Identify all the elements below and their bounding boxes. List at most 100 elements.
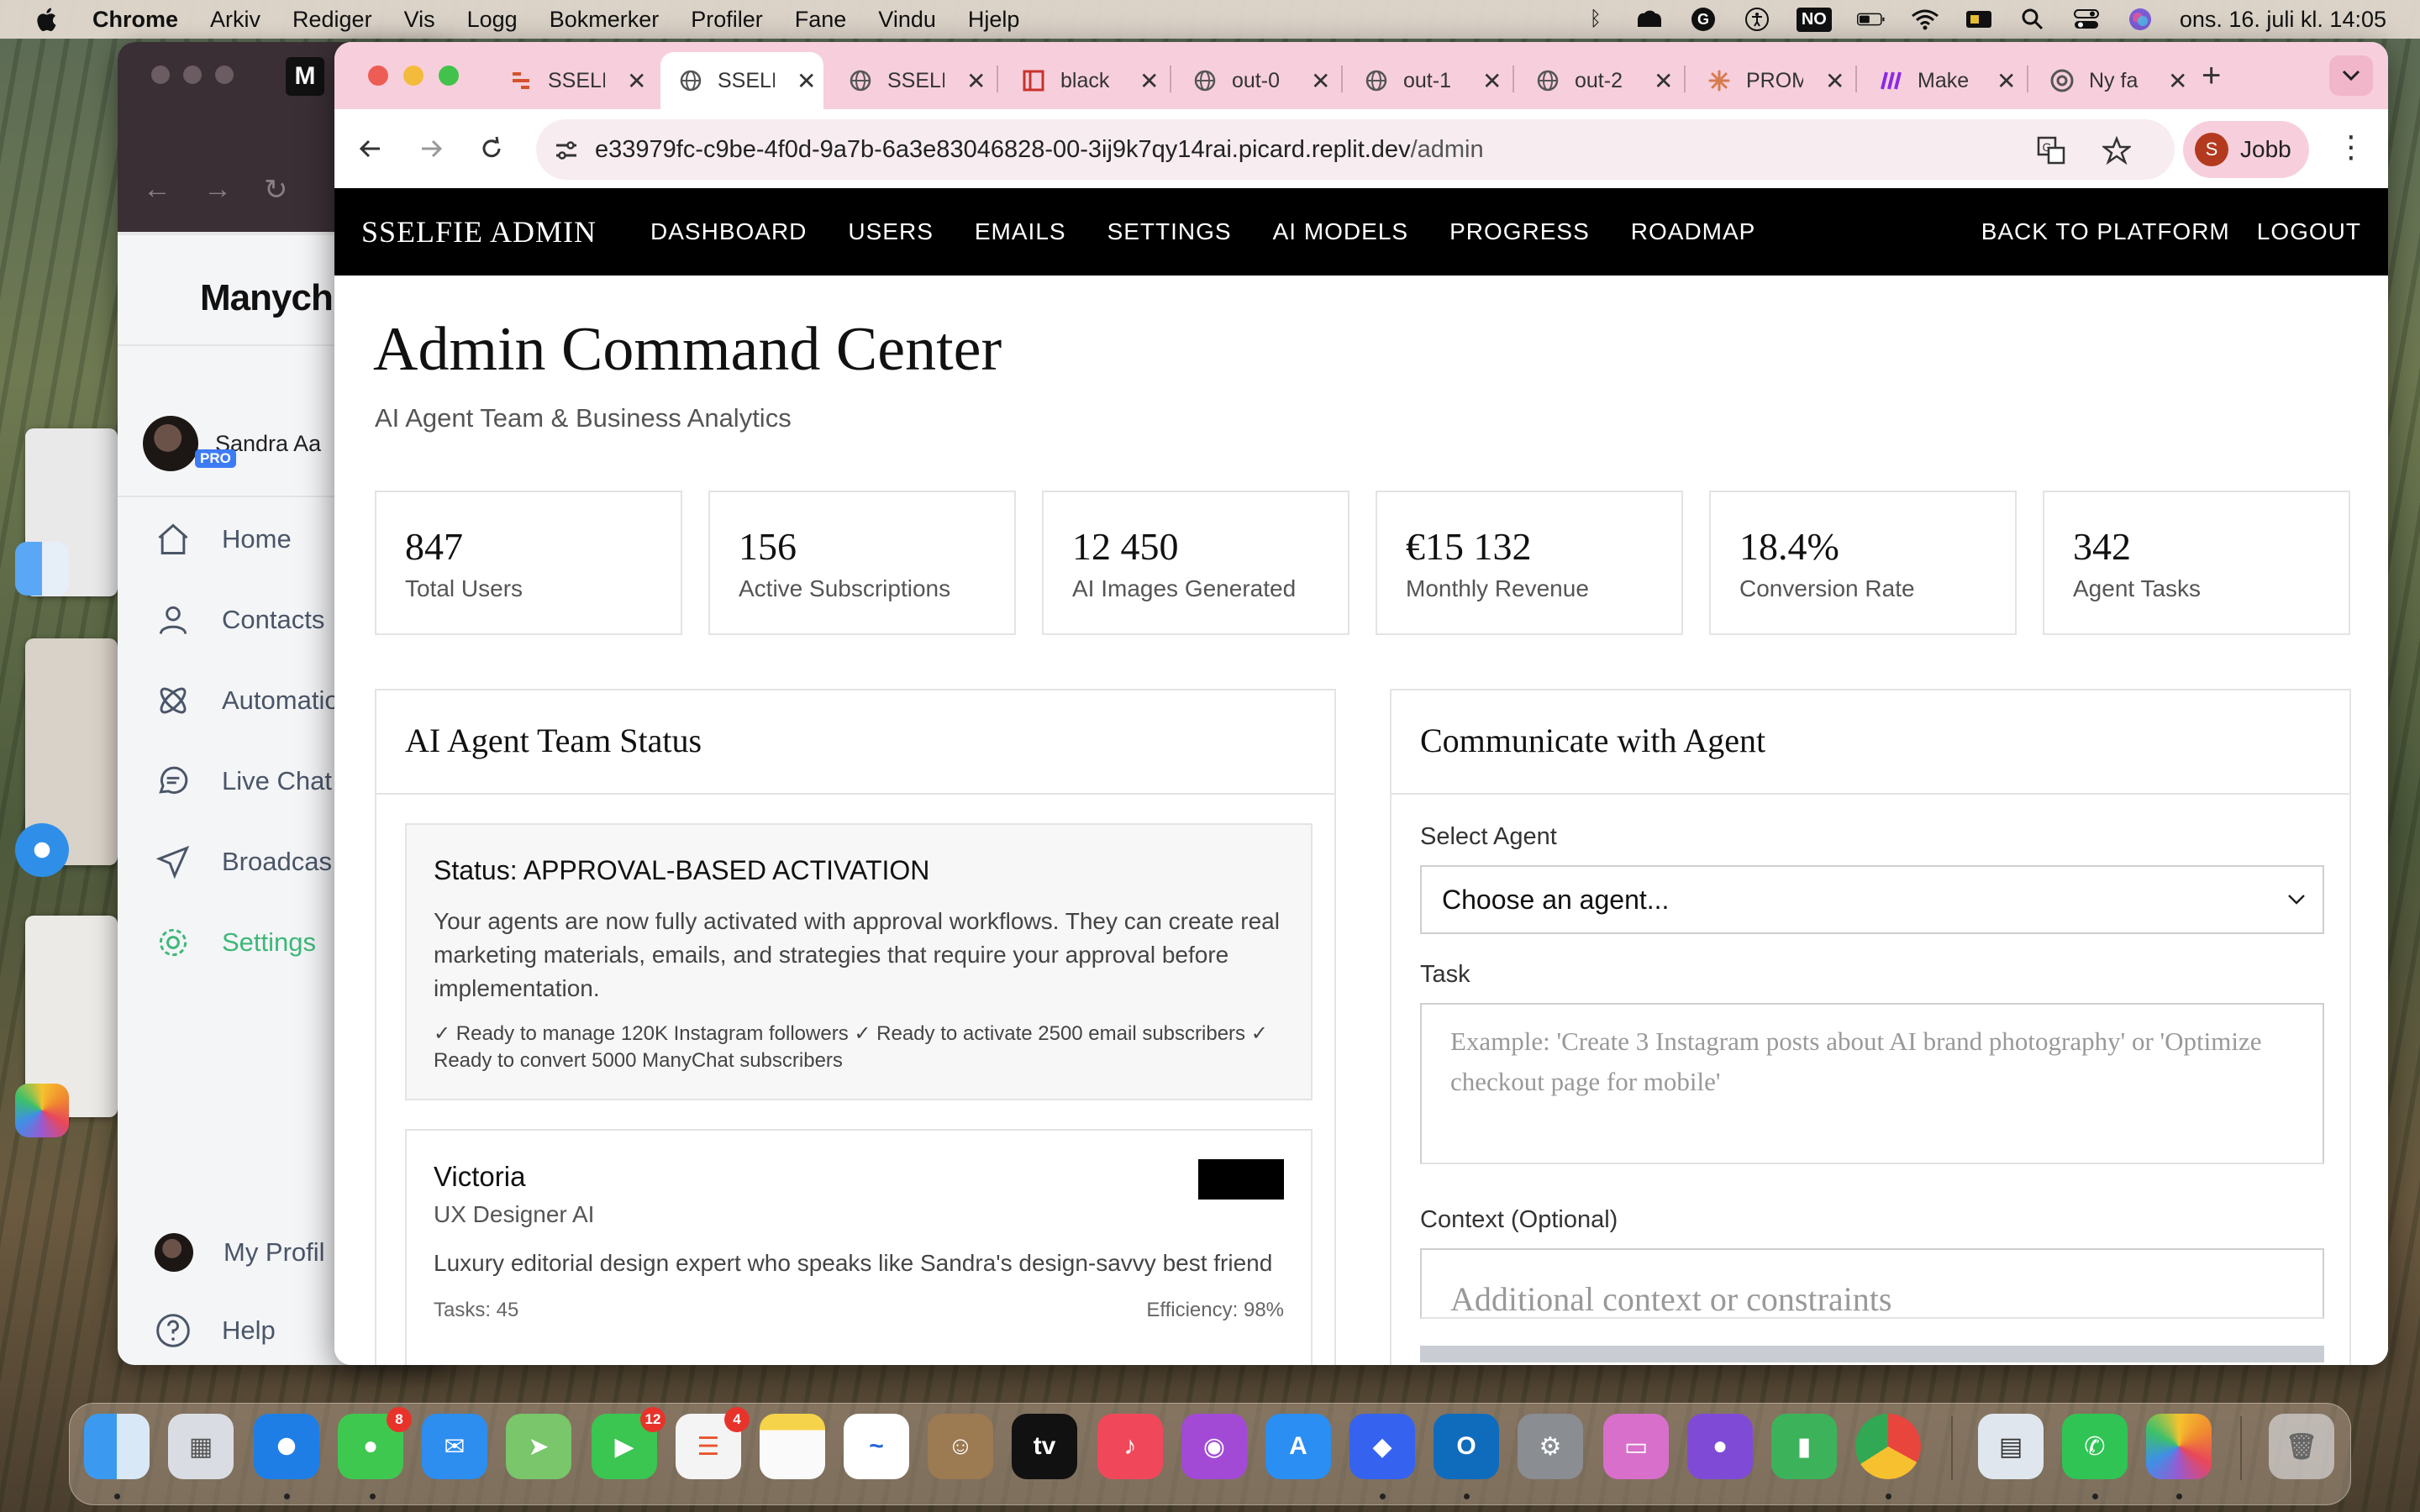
- apple-tv-icon[interactable]: tv: [1012, 1414, 1077, 1479]
- send-task-button[interactable]: [1420, 1346, 2324, 1362]
- menu-item[interactable]: Arkiv: [210, 7, 260, 33]
- sidebar-item-contacts[interactable]: Contacts: [155, 601, 324, 638]
- nav-users[interactable]: USERS: [848, 218, 933, 245]
- context-input[interactable]: Additional context or constraints: [1420, 1248, 2324, 1319]
- app-store-icon[interactable]: A: [1265, 1414, 1331, 1479]
- sidebar-item-help[interactable]: Help: [155, 1312, 276, 1349]
- spotlight-search-icon[interactable]: [2018, 7, 2047, 32]
- close-window-button[interactable]: [368, 66, 388, 86]
- menu-item[interactable]: Fane: [795, 7, 847, 33]
- input-source-badge[interactable]: NO: [1796, 7, 1832, 32]
- back-arrow-icon[interactable]: [350, 128, 392, 170]
- launchpad-icon[interactable]: ▦: [168, 1414, 234, 1479]
- chrome-window[interactable]: SSELI ✕ SSELI ✕ SSELI ✕ black ✕ out-0 ✕ out-1…: [334, 42, 2388, 1365]
- accessibility-icon[interactable]: [1743, 7, 1771, 32]
- preview-icon[interactable]: ▤: [1978, 1414, 2044, 1479]
- profile-button[interactable]: S Jobb: [2183, 121, 2309, 178]
- agent-card-victoria[interactable]: Victoria UX Designer AI Luxury editorial…: [405, 1129, 1313, 1365]
- sidebar-item-automation[interactable]: Automatio: [155, 682, 339, 719]
- chrome-icon[interactable]: [1855, 1414, 1921, 1479]
- outlook-icon[interactable]: O: [1434, 1414, 1499, 1479]
- logout-link[interactable]: LOGOUT: [2257, 218, 2361, 245]
- control-center-icon[interactable]: [2072, 7, 2101, 32]
- menubar-clock[interactable]: ons. 16. juli kl. 14:05: [2180, 7, 2386, 33]
- bluetooth-icon[interactable]: ᛒ: [1581, 7, 1610, 32]
- browser-tab[interactable]: black ✕: [1003, 52, 1168, 109]
- close-dot[interactable]: [151, 66, 170, 84]
- close-tab-icon[interactable]: ✕: [1311, 67, 1330, 95]
- nvidia-icon[interactable]: [1965, 7, 1993, 32]
- reload-icon[interactable]: [471, 128, 513, 170]
- menu-item[interactable]: Vindu: [878, 7, 936, 33]
- more-menu-icon[interactable]: ⋮: [2336, 129, 2366, 165]
- close-tab-icon[interactable]: ✕: [797, 67, 816, 95]
- nav-settings[interactable]: SETTINGS: [1107, 218, 1232, 245]
- close-tab-icon[interactable]: ✕: [1482, 67, 1502, 95]
- trash-icon[interactable]: 🗑: [2269, 1414, 2334, 1479]
- facetime-icon[interactable]: ▶ 12: [592, 1407, 666, 1479]
- browser-tab[interactable]: Make ✕: [1860, 52, 2025, 109]
- nav-ai-models[interactable]: AI MODELS: [1273, 218, 1408, 245]
- minimize-dot[interactable]: [183, 66, 202, 84]
- sidebar-item-live-chat[interactable]: Live Chat: [155, 763, 332, 800]
- nav-roadmap[interactable]: ROADMAP: [1631, 218, 1756, 245]
- tab-search-icon[interactable]: [2329, 55, 2373, 96]
- nav-emails[interactable]: EMAILS: [975, 218, 1066, 245]
- sidebar-item-my-profile[interactable]: My Profil: [155, 1233, 325, 1272]
- maps-icon[interactable]: ➤: [506, 1414, 571, 1479]
- wifi-icon[interactable]: [1911, 7, 1939, 32]
- site-settings-icon[interactable]: [555, 139, 578, 161]
- user-profile[interactable]: PRO Sandra Aa: [143, 416, 321, 471]
- sidebar-item-broadcasting[interactable]: Broadcas: [155, 843, 332, 880]
- whatsapp-icon[interactable]: ✆: [2062, 1414, 2128, 1479]
- menu-item[interactable]: Rediger: [292, 7, 372, 33]
- safari-stage-icon[interactable]: [15, 823, 69, 877]
- close-tab-icon[interactable]: ✕: [627, 67, 646, 95]
- browser-tab[interactable]: out-2 ✕: [1518, 52, 1682, 109]
- nav-progress[interactable]: PROGRESS: [1449, 218, 1590, 245]
- nav-dashboard[interactable]: DASHBOARD: [650, 218, 807, 245]
- browser-tab[interactable]: Ny fa ✕: [2032, 52, 2196, 109]
- roblox-icon[interactable]: ◆: [1349, 1414, 1415, 1479]
- zoom-dot[interactable]: [215, 66, 234, 84]
- menu-item[interactable]: Vis: [404, 7, 435, 33]
- translate-icon[interactable]: G: [2037, 136, 2065, 165]
- new-tab-icon[interactable]: +: [2202, 57, 2221, 95]
- contacts-icon[interactable]: ☺: [928, 1414, 993, 1479]
- creative-cloud-icon[interactable]: [1635, 7, 1664, 32]
- github-desktop-icon[interactable]: ●: [1687, 1414, 1753, 1479]
- finder-icon[interactable]: [84, 1414, 150, 1479]
- menu-item[interactable]: Profiler: [691, 7, 763, 33]
- agent-select[interactable]: Choose an agent...: [1420, 865, 2324, 934]
- reminders-icon[interactable]: ☰ 4: [676, 1407, 750, 1479]
- messages-icon[interactable]: ● 8: [338, 1407, 412, 1479]
- sidebar-item-settings[interactable]: Settings: [155, 924, 316, 961]
- close-tab-icon[interactable]: ✕: [1139, 67, 1159, 95]
- forward-arrow-icon[interactable]: →: [203, 173, 232, 206]
- siri-icon[interactable]: [2126, 7, 2154, 32]
- grammarly-icon[interactable]: G: [1689, 7, 1718, 32]
- browser-tab[interactable]: PROM ✕: [1689, 52, 1854, 109]
- manychat-tab-favicon[interactable]: M: [286, 57, 324, 96]
- close-tab-icon[interactable]: ✕: [966, 67, 986, 95]
- address-bar[interactable]: e33979fc-c9be-4f0d-9a7b-6a3e83046828-00-…: [536, 119, 2175, 180]
- minimize-window-button[interactable]: [403, 66, 424, 86]
- freeform-icon[interactable]: ~: [844, 1414, 909, 1479]
- browser-tab-active[interactable]: SSELI ✕: [660, 52, 823, 109]
- sidebar-item-home[interactable]: Home: [155, 521, 292, 558]
- task-textarea[interactable]: Example: 'Create 3 Instagram posts about…: [1420, 1003, 2324, 1164]
- bookmark-star-icon[interactable]: [2102, 136, 2131, 165]
- menu-item[interactable]: Hjelp: [968, 7, 1020, 33]
- apple-logo-icon[interactable]: [34, 6, 59, 33]
- browser-tab[interactable]: SSELI ✕: [491, 52, 660, 109]
- admin-brand[interactable]: SSELFIE ADMIN: [361, 214, 597, 249]
- back-to-platform-link[interactable]: BACK TO PLATFORM: [1981, 218, 2230, 245]
- close-tab-icon[interactable]: ✕: [1996, 67, 2016, 95]
- browser-tab[interactable]: out-0 ✕: [1175, 52, 1339, 109]
- photos-stage-icon[interactable]: [15, 1084, 69, 1137]
- close-tab-icon[interactable]: ✕: [2168, 67, 2187, 95]
- mail-icon[interactable]: ✉: [422, 1414, 487, 1479]
- manychat-logo[interactable]: Manych: [200, 277, 334, 319]
- url-text[interactable]: e33979fc-c9be-4f0d-9a7b-6a3e83046828-00-…: [595, 136, 1484, 164]
- browser-tab[interactable]: SSELI ✕: [830, 52, 993, 109]
